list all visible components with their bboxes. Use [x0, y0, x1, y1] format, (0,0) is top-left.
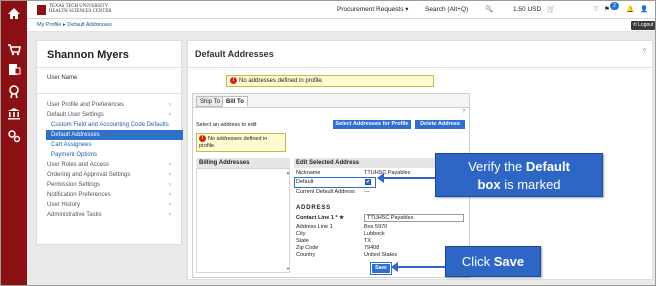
state-label: State	[296, 238, 309, 244]
city-value: Lubbock	[364, 231, 385, 237]
cart-icon-top[interactable]: 🛒	[547, 6, 555, 14]
orders-icon[interactable]	[5, 85, 23, 101]
default-arrow-icon	[377, 173, 435, 183]
current-default-value: ---	[364, 189, 370, 195]
nickname-label: Nickname	[296, 170, 321, 176]
zip-value: 79408	[364, 245, 380, 251]
divider	[188, 67, 652, 68]
top-header: TEXAS TECH UNIVERSITY HEALTH SCIENCES CE…	[27, 1, 655, 19]
state-value: TX	[364, 238, 372, 244]
sidebar-item-cart-assignees[interactable]: Cart Assignees	[51, 140, 181, 150]
divider	[37, 67, 183, 68]
breadcrumb-bar: My Profile ▸ Default Addresses ⟲ Logout	[27, 19, 655, 32]
user-icon[interactable]: 👤	[640, 6, 648, 14]
delete-address-button[interactable]: Delete Address	[415, 120, 465, 129]
sidebar-item-user-profile[interactable]: User Profile and Preferences ›	[47, 100, 177, 110]
tab-bill-to[interactable]: Bill To	[222, 96, 248, 107]
address-section-header: ADDRESS	[296, 205, 331, 211]
sidebar-item-payment-options[interactable]: Payment Options	[51, 150, 181, 160]
logo-text-line2: HEALTH SCIENCES CENTER	[49, 9, 112, 14]
cart-icon[interactable]	[5, 43, 23, 59]
nickname-value: TTUHSC Payables	[364, 170, 411, 176]
chevron-left-icon: ‹	[169, 112, 171, 118]
sidebar-item-default-user-settings[interactable]: Default User Settings ‹	[47, 110, 177, 120]
country-value: United States	[364, 252, 398, 258]
university-logo-icon	[37, 5, 46, 15]
sidebar-item-administrative-tasks[interactable]: Administrative Tasks ›	[47, 210, 177, 220]
search-icon[interactable]: 🔍	[485, 6, 493, 14]
select-address-label: Select an address to edit	[196, 122, 257, 128]
sidebar-item-notification-preferences[interactable]: Notification Preferences ›	[47, 190, 177, 200]
contact-line-label: Contact Line 1 * ★	[296, 215, 345, 221]
settings-icon[interactable]	[5, 129, 23, 145]
save-highlight	[370, 262, 392, 275]
procurement-requests-menu[interactable]: Procurement Requests ▾	[337, 6, 409, 14]
chevron-right-icon: ›	[169, 182, 171, 188]
divider	[37, 93, 183, 94]
select-addresses-button[interactable]: Select Addresses for Profile	[333, 120, 411, 129]
sidebar-item-user-history[interactable]: User History ›	[47, 200, 177, 210]
address-editor: Ship To Bill To ? Select an address to e…	[192, 93, 470, 278]
tab-ship-to[interactable]: Ship To	[196, 96, 224, 107]
inner-no-addresses-warning: ! No addresses defined in profile.	[196, 133, 286, 152]
notification-count-badge: 2	[610, 2, 619, 10]
city-label: City	[296, 231, 306, 237]
chevron-right-icon: ›	[169, 172, 171, 178]
logout-button[interactable]: ⟲ Logout	[631, 21, 655, 30]
accounts-payable-icon[interactable]	[5, 107, 23, 123]
billing-addresses-header: Billing Addresses	[196, 158, 290, 168]
chevron-right-icon: ›	[169, 102, 171, 108]
user-name-label: User Name	[47, 75, 78, 81]
click-save-callout: Click Save	[445, 246, 541, 277]
save-arrow-icon	[391, 262, 445, 272]
sidebar-item-user-roles[interactable]: User Roles and Access ›	[47, 160, 177, 170]
default-highlight	[294, 177, 376, 188]
help-icon[interactable]: ?	[643, 49, 646, 55]
profile-sidebar: Shannon Myers User Name User Profile and…	[36, 40, 183, 245]
sidebar-item-default-addresses[interactable]: Default Addresses	[46, 130, 183, 140]
current-default-label: Current Default Address	[296, 189, 355, 195]
breadcrumb[interactable]: My Profile ▸ Default Addresses	[37, 22, 112, 28]
chevron-right-icon: ›	[169, 202, 171, 208]
bill-to-panel: ? Select an address to edit Select Addre…	[193, 107, 469, 277]
verify-default-callout: Verify the Default box is marked	[435, 153, 603, 197]
no-addresses-warning: ! No addresses defined in profile.	[226, 75, 434, 87]
cart-total[interactable]: 1.50 USD	[513, 6, 541, 14]
error-icon: !	[230, 76, 237, 84]
help-icon[interactable]: ?	[462, 109, 465, 115]
scroll-down-icon[interactable]: ▼	[286, 266, 290, 271]
search-field[interactable]: Search (Alt+Q)	[425, 6, 468, 14]
scroll-up-icon[interactable]: ▲	[286, 170, 290, 175]
bell-icon[interactable]: 🔔	[626, 6, 634, 14]
chevron-right-icon: ›	[169, 192, 171, 198]
left-nav-rail	[1, 1, 27, 285]
chevron-right-icon: ›	[169, 162, 171, 168]
error-icon: !	[199, 135, 206, 142]
list-scrollbar[interactable]: ▲ ▼	[286, 169, 290, 272]
zip-label: Zip Code	[296, 245, 319, 251]
sidebar-item-ordering-approval[interactable]: Ordering and Approval Settings ›	[47, 170, 177, 180]
page-title: Default Addresses	[195, 49, 274, 59]
home-icon[interactable]	[5, 7, 23, 23]
sidebar-item-custom-field-defaults[interactable]: Custom Field and Accounting Code Default…	[51, 120, 181, 130]
address-line-label: Address Line 1	[296, 224, 333, 230]
requisitions-icon[interactable]	[5, 63, 23, 79]
favorites-heart-icon[interactable]: ♡	[593, 6, 599, 14]
billing-addresses-list[interactable]: ▲ ▼	[196, 168, 290, 273]
app-window: TEXAS TECH UNIVERSITY HEALTH SCIENCES CE…	[0, 0, 656, 286]
action-items-flag-icon[interactable]: ⚑	[604, 6, 610, 14]
address-line-value: Box 5970	[364, 224, 388, 230]
chevron-right-icon: ›	[169, 212, 171, 218]
profile-name: Shannon Myers	[47, 49, 129, 61]
sidebar-item-permission-settings[interactable]: Permission Settings ›	[47, 180, 177, 190]
contact-line-input[interactable]: TTUHSC Payables	[364, 214, 464, 222]
country-label: Country	[296, 252, 316, 258]
